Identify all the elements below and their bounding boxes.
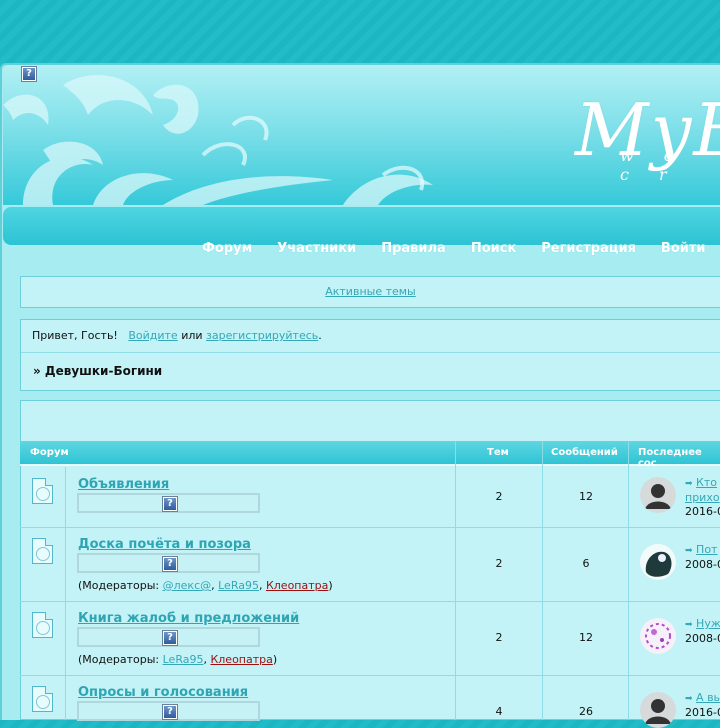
avatar [640, 544, 676, 580]
breadcrumb: » Девушки-Богини [33, 364, 163, 378]
avatar [640, 692, 676, 728]
moderator-link[interactable]: @лекс@ [163, 579, 212, 592]
moderator-link[interactable]: Клеопатра [210, 653, 272, 666]
topics-count: 4 [495, 705, 503, 718]
topics-count: 2 [495, 490, 503, 503]
moderators-end: ) [328, 579, 333, 592]
last-post-link[interactable]: Кто [696, 476, 717, 489]
arrow-right-icon: ➡ [685, 479, 693, 489]
posts-count: 12 [579, 490, 593, 503]
arrow-right-icon: ➡ [685, 620, 693, 630]
last-post-date: 2016-0 [685, 706, 720, 719]
forum-description: ? [77, 701, 260, 721]
last-post-info: ➡ Пот 2008-0 [685, 543, 720, 572]
nav-search[interactable]: Поиск [471, 241, 516, 256]
menu-bar [3, 207, 720, 245]
forum-icon [32, 538, 53, 564]
or-text: или [181, 329, 203, 342]
moderators-list: (Модераторы: @лекс@, LeRa95, Клеопатра) [78, 579, 333, 592]
forum-description: ? [77, 493, 260, 513]
active-topics-link[interactable]: Активные темы [325, 285, 416, 298]
header-posts: Сообщений [551, 447, 618, 458]
posts-count: 12 [579, 631, 593, 644]
forum-title[interactable]: Опросы и голосования [78, 685, 248, 700]
default-user-icon [645, 699, 671, 724]
nav-login[interactable]: Войти [661, 241, 706, 256]
header-last-post: Последнее сос [638, 447, 702, 469]
header-topics: Тем [487, 447, 509, 458]
moderator-link[interactable]: Клеопатра [266, 579, 328, 592]
posts-count: 26 [579, 705, 593, 718]
last-post-link[interactable]: Пот [696, 543, 717, 556]
help-icon[interactable]: ? [162, 556, 178, 572]
last-post-date: 2016-0 [685, 505, 720, 518]
moderator-link[interactable]: LeRa95 [163, 653, 204, 666]
topics-count: 2 [495, 631, 503, 644]
nav-rules[interactable]: Правила [381, 241, 446, 256]
last-post-info: ➡ А вы 2016-0 [685, 691, 720, 720]
last-post-date: 2008-0 [685, 632, 720, 645]
table-row: Книга жалоб и предложений ? (Модераторы:… [20, 602, 720, 676]
last-post-link[interactable]: Нуж [696, 617, 720, 630]
forum-description: ? [77, 627, 260, 647]
forum-icon [32, 612, 53, 638]
moderators-label: (Модераторы: [78, 653, 163, 666]
arrow-right-icon: ➡ [685, 694, 693, 704]
forum-title[interactable]: Книга жалоб и предложений [78, 611, 299, 626]
arrow-right-icon: ➡ [685, 546, 693, 556]
greeting-text: Привет, Гость! [32, 329, 118, 342]
help-icon[interactable]: ? [21, 66, 37, 82]
last-post-link[interactable]: А вы [696, 691, 720, 704]
register-link[interactable]: зарегистрируйтесь [206, 329, 318, 342]
forum-title[interactable]: Доска почёта и позора [78, 537, 251, 552]
last-post-date: 2008-0 [685, 558, 720, 571]
header-forum: Форум [30, 447, 69, 458]
nav-register[interactable]: Регистрация [541, 241, 636, 256]
posts-count: 6 [582, 557, 590, 570]
help-icon[interactable]: ? [162, 630, 178, 646]
last-post-info: ➡ Кто прихо 2016-0 [685, 476, 720, 519]
divider [21, 352, 720, 353]
moderators-end: ) [272, 653, 278, 666]
welcome-box: Привет, Гость! Войдите или зарегистрируй… [20, 319, 720, 391]
table-row: Опросы и голосования ? 4 26 ➡ А вы 2016-… [20, 676, 720, 728]
table-row: Доска почёта и позора ? (Модераторы: @ле… [20, 528, 720, 602]
help-icon[interactable]: ? [162, 496, 178, 512]
nav-forum[interactable]: Форум [202, 241, 252, 256]
topics-count: 2 [495, 557, 503, 570]
last-post-link-cont[interactable]: прихо [685, 491, 720, 504]
avatar-image [645, 623, 671, 649]
forum-title[interactable]: Объявления [78, 477, 169, 492]
period-text: . [318, 329, 322, 342]
avatar [640, 477, 676, 513]
help-icon[interactable]: ? [162, 704, 178, 720]
moderator-link[interactable]: LeRa95 [218, 579, 259, 592]
avatar [640, 618, 676, 654]
site-logo-tagline: we cr [620, 146, 704, 184]
moderators-label: (Модераторы: [78, 579, 163, 592]
welcome-line: Привет, Гость! Войдите или зарегистрируй… [32, 329, 322, 342]
table-header: Форум Тем Сообщений Последнее сос [20, 441, 720, 469]
main-nav: Форум Участники Правила Поиск Регистраци… [202, 241, 720, 256]
avatar-image [645, 551, 672, 577]
default-user-icon [645, 484, 671, 509]
last-post-info: ➡ Нуж 2008-0 [685, 617, 720, 646]
table-row: Объявления ? 2 12 ➡ Кто прихо 2016-0 [20, 467, 720, 528]
active-topics-box: Активные темы [20, 276, 720, 308]
moderators-list: (Модераторы: LeRa95, Клеопатра) [78, 653, 278, 666]
forum-icon [32, 478, 53, 504]
nav-members[interactable]: Участники [277, 241, 356, 256]
forum-icon [32, 686, 53, 712]
forum-description: ? [77, 553, 260, 573]
login-link[interactable]: Войдите [128, 329, 177, 342]
